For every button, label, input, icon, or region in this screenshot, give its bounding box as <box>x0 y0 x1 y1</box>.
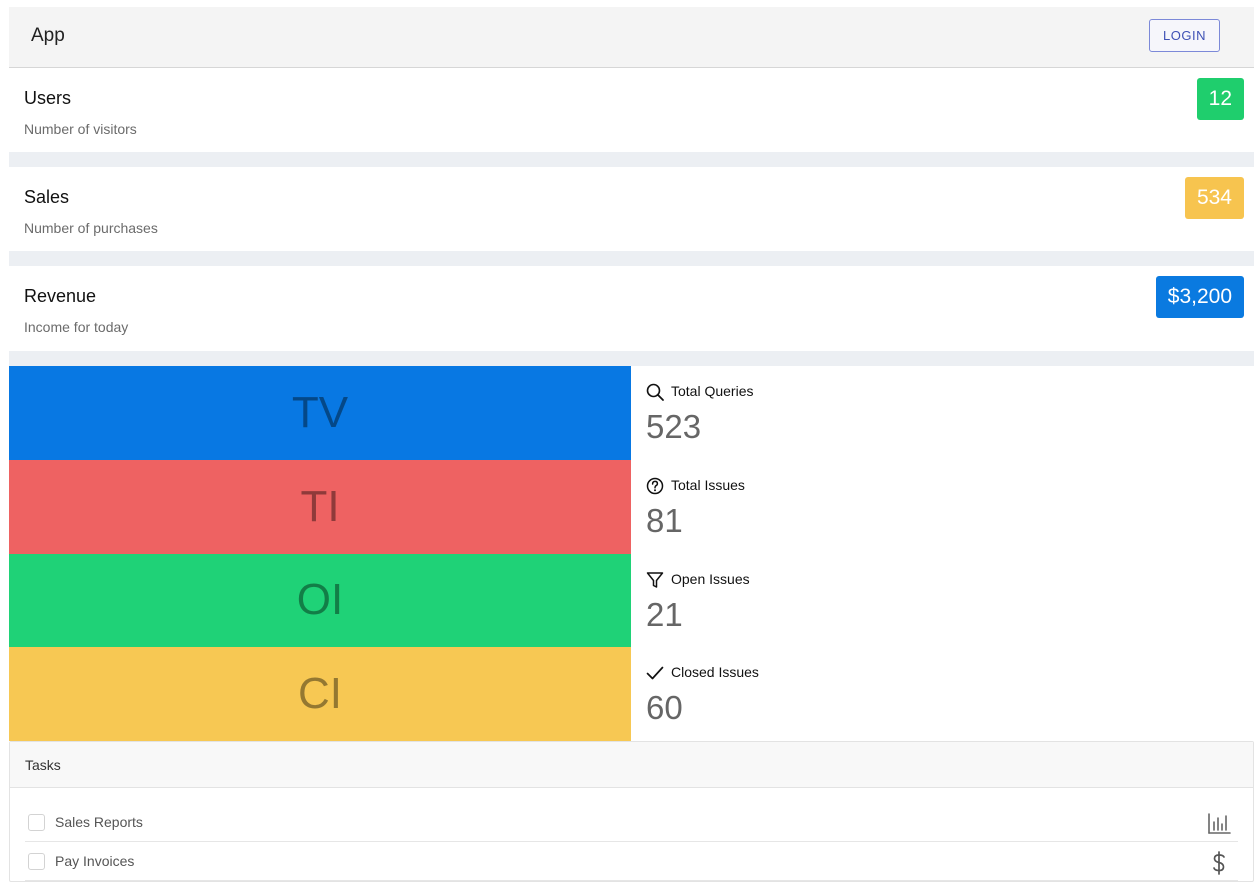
metric-label: Closed Issues <box>671 664 759 681</box>
stat-title: Users <box>24 88 72 108</box>
divider <box>9 351 1254 366</box>
bar-chart-icon <box>1208 813 1231 834</box>
metric-value: 60 <box>646 689 683 727</box>
divider <box>9 251 1254 266</box>
tasks-header: Tasks <box>10 742 1253 788</box>
login-button[interactable]: LOGIN <box>1149 19 1220 52</box>
task-label: Sales Reports <box>55 814 143 830</box>
divider <box>9 152 1254 167</box>
metric-closed-issues: Closed Issues 60 <box>631 647 1254 741</box>
stat-description: Number of purchases <box>24 220 158 236</box>
stat-card-users: Users Number of visitors 12 <box>9 68 1254 152</box>
tile-ci: CI <box>9 647 631 741</box>
stat-badge: $3,200 <box>1155 276 1244 318</box>
question-circle-icon <box>646 477 664 494</box>
tile-tv: TV <box>9 366 631 460</box>
stat-card-sales: Sales Number of purchases 534 <box>9 167 1254 251</box>
metrics-panel: TV TI OI CI Total Queries 523 Total Issu… <box>9 366 1254 741</box>
dollar-icon <box>1213 851 1225 875</box>
tasks-list: Sales Reports Pay Invoices <box>10 788 1253 881</box>
task-checkbox[interactable] <box>28 813 45 831</box>
metric-tiles: TV TI OI CI <box>9 366 631 741</box>
stat-card-revenue: Revenue Income for today $3,200 <box>9 266 1254 351</box>
search-icon <box>646 383 664 401</box>
metric-open-issues: Open Issues 21 <box>631 554 1254 648</box>
metric-total-issues: Total Issues 81 <box>631 460 1254 554</box>
tile-ti: TI <box>9 459 631 554</box>
top-bar: App LOGIN <box>9 7 1254 68</box>
task-checkbox[interactable] <box>28 852 45 870</box>
stat-badge: 12 <box>1196 78 1244 120</box>
task-item: Sales Reports <box>25 803 1238 842</box>
stat-badge: 534 <box>1184 177 1244 219</box>
app-title: App <box>31 25 65 46</box>
metric-values: Total Queries 523 Total Issues 81 Open I… <box>631 366 1254 741</box>
metric-label: Open Issues <box>671 570 750 587</box>
metric-value: 81 <box>646 501 683 539</box>
stat-title: Revenue <box>24 286 97 306</box>
task-item: Pay Invoices <box>25 842 1238 881</box>
metric-label: Total Queries <box>671 383 754 399</box>
stat-title: Sales <box>24 187 70 207</box>
tasks-card: Tasks Sales Reports Pay Invoices <box>9 741 1254 882</box>
metric-label: Total Issues <box>671 476 745 493</box>
metric-total-queries: Total Queries 523 <box>631 366 1254 460</box>
tile-oi: OI <box>9 553 631 648</box>
app-container: App LOGIN Users Number of visitors 12 Sa… <box>9 7 1254 882</box>
metric-value: 21 <box>646 595 683 633</box>
check-icon <box>646 666 664 680</box>
metric-value: 523 <box>646 408 702 445</box>
stat-description: Income for today <box>24 319 129 335</box>
filter-icon <box>646 571 664 588</box>
task-label: Pay Invoices <box>55 853 135 869</box>
stat-description: Number of visitors <box>24 121 137 137</box>
